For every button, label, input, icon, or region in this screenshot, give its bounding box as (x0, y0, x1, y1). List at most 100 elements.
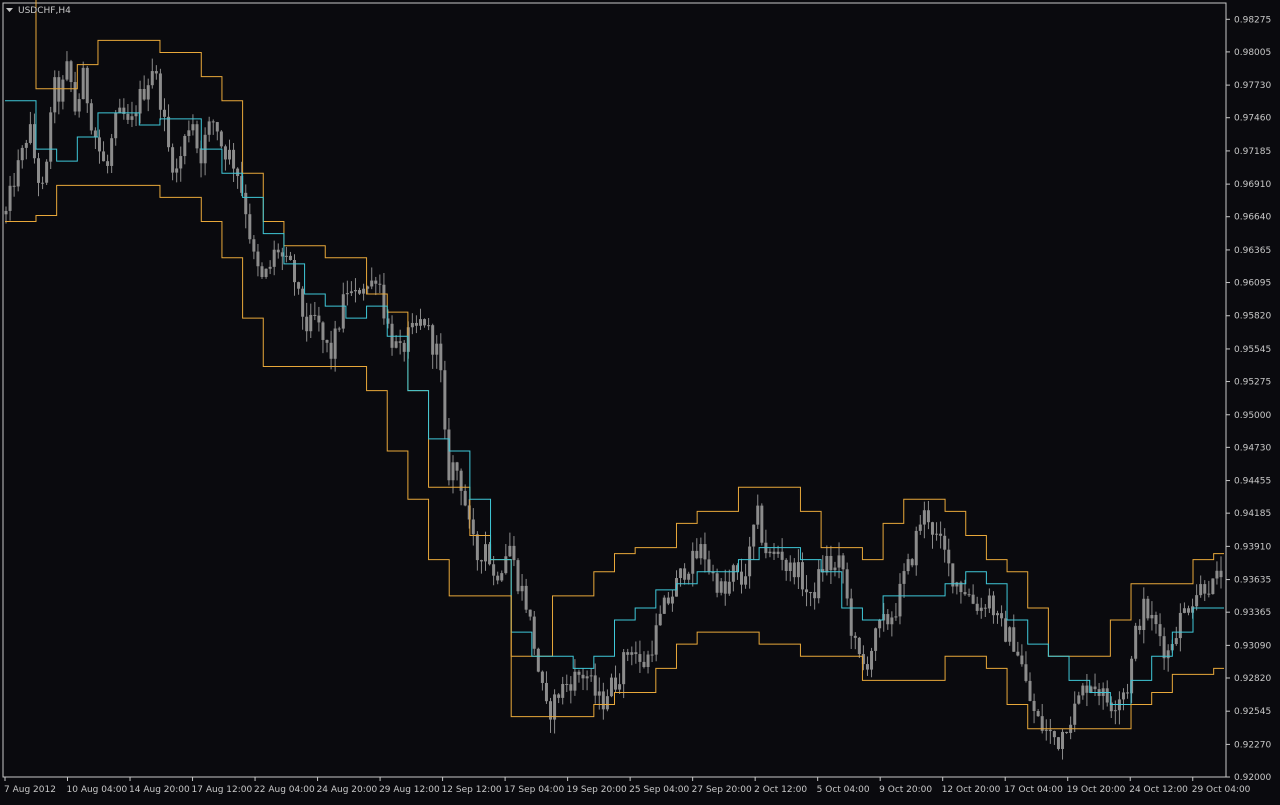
x-tick-label: 17 Oct 04:00 (1004, 785, 1063, 795)
candle-body (760, 505, 764, 543)
candle-body (1134, 625, 1138, 659)
y-tick-label: 0.98275 (1234, 15, 1271, 25)
candle-body (1077, 695, 1081, 704)
candle-body (138, 88, 142, 114)
candle-body (455, 462, 459, 471)
candle-body (577, 671, 581, 675)
candle-body (89, 103, 93, 131)
candle-body (49, 112, 53, 162)
candle-body (20, 147, 24, 161)
candle-body (947, 549, 951, 564)
candle-body (57, 77, 61, 102)
candle-body (650, 654, 654, 656)
x-tick-label: 14 Aug 20:00 (129, 785, 190, 795)
candle-body (809, 592, 813, 594)
candle-body (341, 294, 345, 329)
candle-body (638, 654, 642, 662)
candle-body (1113, 710, 1117, 712)
candle-body (183, 135, 187, 157)
candle-body (1016, 651, 1020, 656)
candle-body (1032, 700, 1036, 712)
candle-body (837, 555, 841, 568)
chart-title: USDCHF,H4 (18, 6, 71, 16)
candle-body (853, 635, 857, 638)
candle-body (1073, 703, 1077, 725)
candle-body (1024, 664, 1028, 681)
x-tick-label: 22 Aug 04:00 (254, 785, 315, 795)
y-tick-label: 0.92545 (1234, 707, 1271, 717)
candle-body (475, 534, 479, 561)
candle-body (561, 683, 565, 698)
candle-body (841, 555, 845, 570)
candle-body (431, 325, 435, 355)
candle-body (662, 597, 666, 614)
y-tick-label: 0.92820 (1234, 674, 1271, 684)
y-tick-label: 0.95000 (1234, 411, 1271, 421)
candle-body (1012, 627, 1016, 652)
candle-body (102, 151, 106, 162)
candle-body (670, 596, 674, 604)
candle-body (8, 185, 12, 211)
candle-body (1056, 737, 1060, 749)
candle-body (857, 637, 861, 655)
candle-body (1186, 608, 1190, 613)
y-tick-label: 0.95545 (1234, 345, 1271, 355)
candle-body (459, 470, 463, 491)
candle-body (605, 696, 609, 710)
candle-body (800, 562, 804, 590)
candle-body (845, 569, 849, 599)
candle-body (715, 573, 719, 593)
candle-body (805, 589, 809, 593)
candle-body (914, 530, 918, 566)
x-tick-label: 27 Sep 20:00 (692, 785, 752, 795)
candle-body (910, 559, 914, 566)
candle-body (902, 571, 906, 584)
price-axis[interactable]: 0.98275 0.98005 0.97730 0.97460 0.97185 0.969… (1226, 15, 1271, 783)
candle-body (1028, 680, 1032, 701)
candle-body (443, 370, 447, 430)
candle-body (943, 535, 947, 550)
candle-body (544, 682, 548, 702)
candle-body (227, 149, 231, 160)
candle-body (73, 82, 77, 112)
candle-body (630, 652, 634, 655)
candle-body (740, 571, 744, 585)
candle-body (370, 280, 374, 287)
candle-body (833, 567, 837, 571)
candle-body (626, 652, 630, 655)
candle-body (1142, 598, 1146, 631)
candle-body (865, 664, 869, 670)
time-axis[interactable]: 7 Aug 2012 10 Aug 04:00 14 Aug 20:00 17 Aug… (4, 777, 1251, 795)
x-tick-label: 2 Oct 12:00 (754, 785, 807, 795)
candle-body (199, 148, 203, 164)
candle-body (748, 546, 752, 577)
candle-body (829, 555, 833, 571)
candle-body (894, 616, 898, 618)
price-chart[interactable]: 0.98275 0.98005 0.97730 0.97460 0.97185 0.969… (0, 0, 1280, 800)
y-tick-label: 0.97185 (1234, 147, 1271, 157)
candle-body (504, 556, 508, 574)
candle-body (654, 625, 658, 655)
candle-body (398, 341, 402, 343)
candle-body (264, 268, 268, 277)
candle-body (987, 595, 991, 609)
candle-body (223, 146, 227, 160)
candle-body (898, 583, 902, 617)
candle-body (65, 61, 69, 80)
chart-window[interactable]: 0.98275 0.98005 0.97730 0.97460 0.97185 0.969… (0, 0, 1280, 800)
candle-body (146, 85, 150, 100)
candle-body (788, 562, 792, 572)
candle-body (870, 650, 874, 670)
y-tick-label: 0.94185 (1234, 509, 1271, 519)
y-tick-label: 0.96095 (1234, 279, 1271, 289)
candle-body (1126, 692, 1130, 694)
candle-body (53, 77, 57, 113)
candle-body (935, 533, 939, 535)
x-tick-label: 12 Sep 12:00 (442, 785, 502, 795)
y-tick-label: 0.95820 (1234, 312, 1271, 322)
candle-body (410, 322, 414, 328)
candle-body (975, 603, 979, 611)
candle-body (479, 560, 483, 562)
candle-body (232, 149, 236, 169)
candle-body (309, 314, 313, 332)
